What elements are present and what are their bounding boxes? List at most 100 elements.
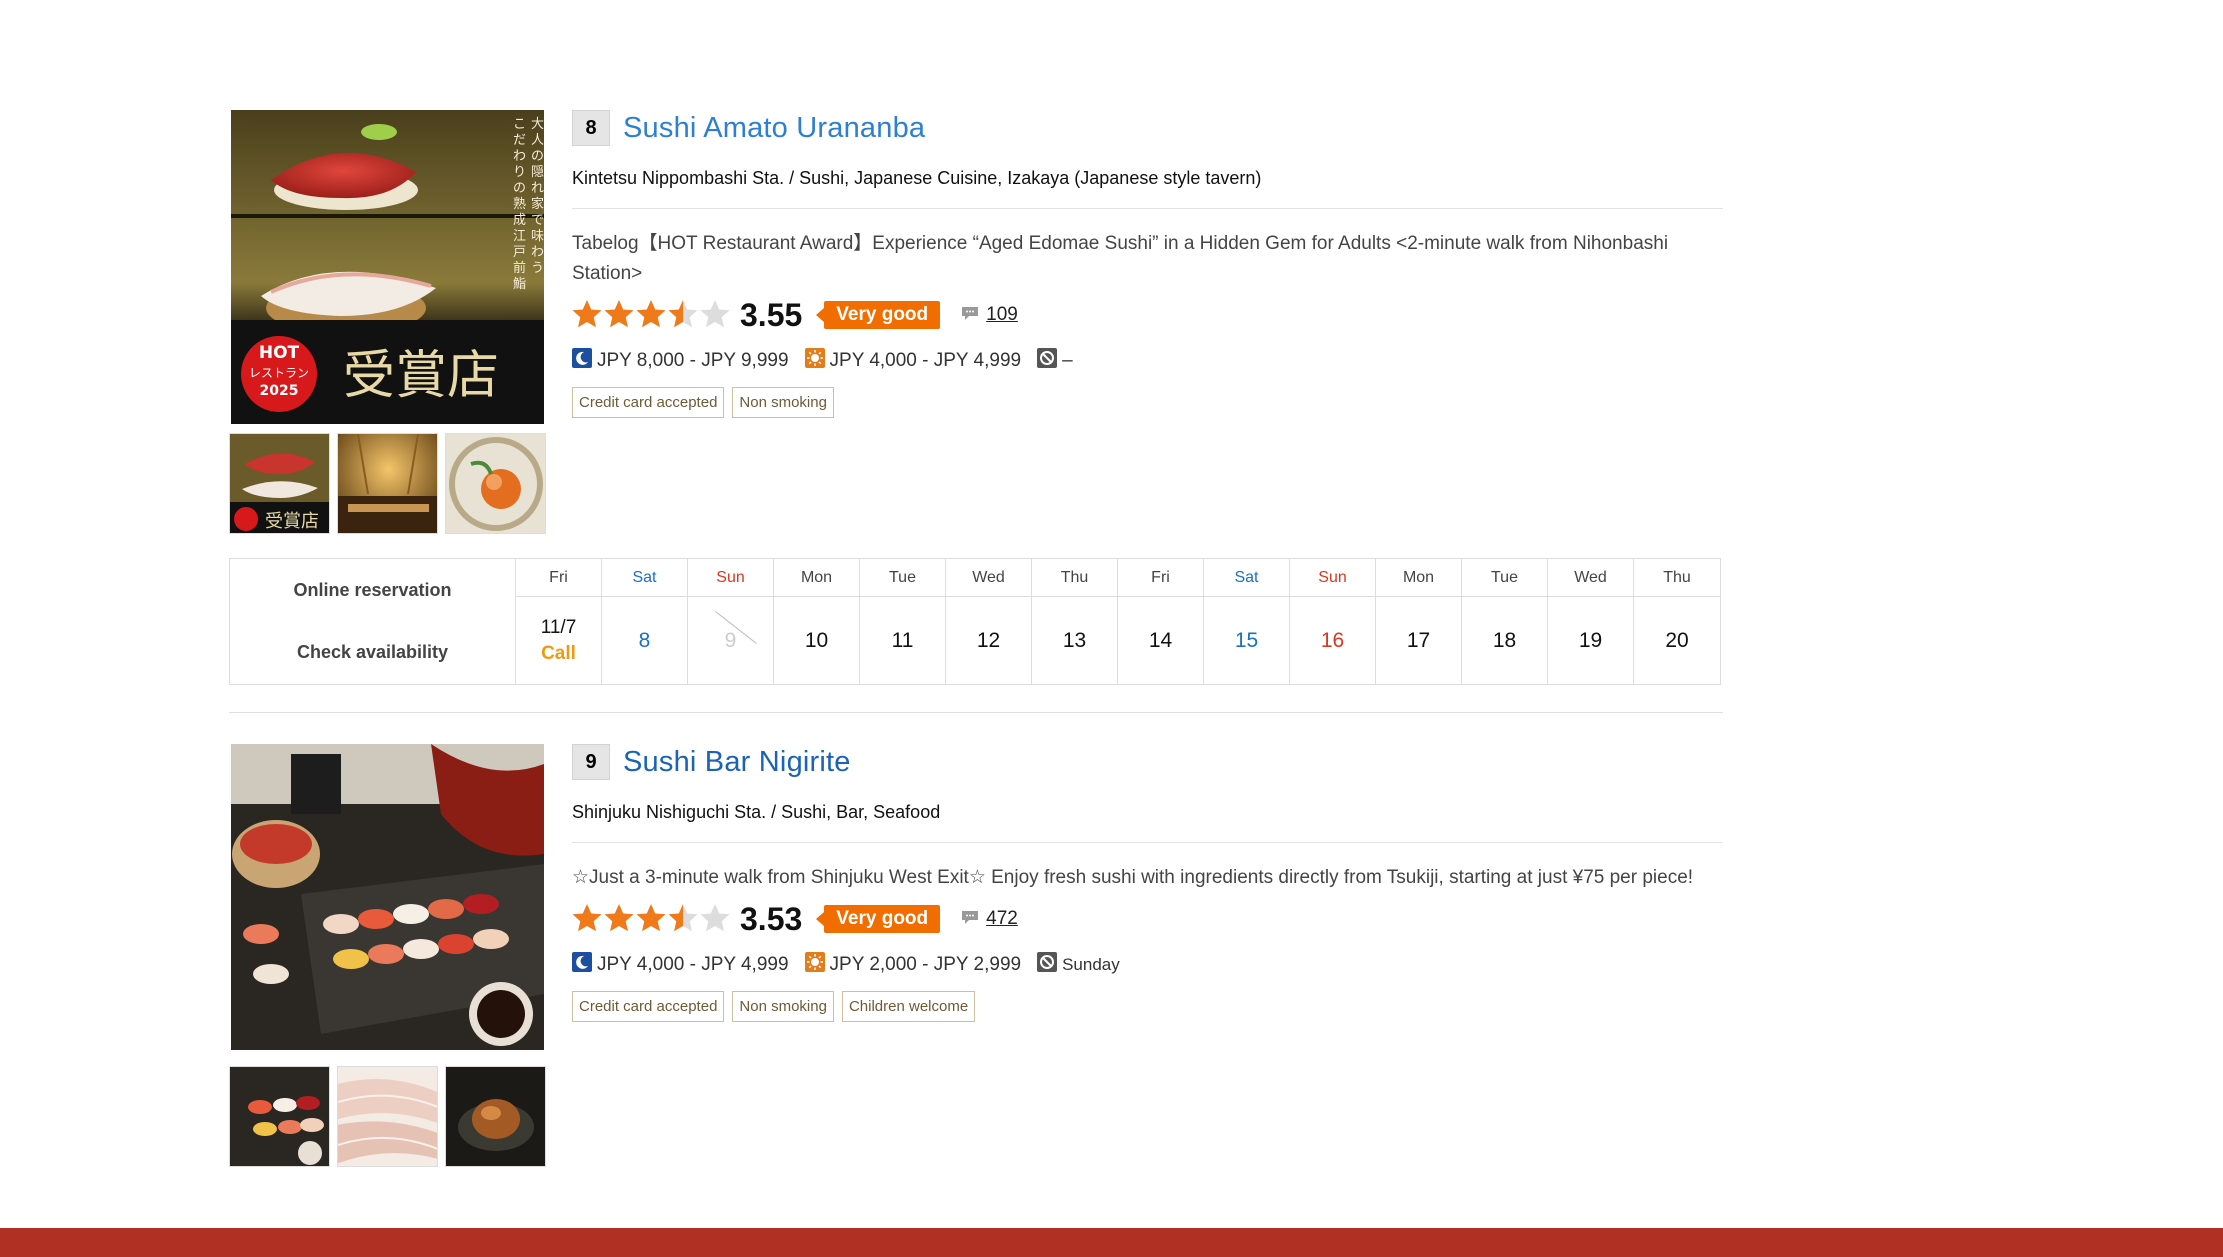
svg-text:隠: 隠 [531, 165, 544, 180]
day-date: 15 [1234, 628, 1259, 652]
svg-text:だ: だ [513, 133, 526, 148]
feature-tag: Non smoking [732, 991, 834, 1022]
day-date-cell[interactable]: 13 [1032, 597, 1117, 684]
area-genre: Kintetsu Nippombashi Sta. / Sushi, Japan… [572, 168, 1262, 188]
holiday-text: – [1062, 350, 1073, 371]
restaurant-name-link[interactable]: Sushi Amato Urananba [623, 112, 925, 145]
svg-text:こ: こ [513, 117, 526, 132]
calendar-day[interactable]: Mon 17 [1376, 559, 1462, 684]
day-of-week: Wed [946, 559, 1031, 597]
rank-number: 8 [572, 110, 610, 146]
day-date-cell: 9 [688, 597, 773, 684]
feature-tag: Non smoking [732, 387, 834, 418]
calendar-day[interactable]: Sun 16 [1290, 559, 1376, 684]
reservation-calendar: Online reservation Check availability Fr… [229, 558, 1721, 685]
day-date: 11/7 [540, 616, 577, 638]
rank-number: 9 [572, 744, 610, 780]
day-date-cell[interactable]: 17 [1376, 597, 1461, 684]
svg-text:江: 江 [513, 229, 526, 244]
sun-icon [804, 348, 825, 374]
star-full-icon [604, 904, 634, 932]
day-date-cell[interactable]: 8 [602, 597, 687, 684]
day-date-cell[interactable]: 19 [1548, 597, 1633, 684]
calendar-day[interactable]: Sat 15 [1204, 559, 1290, 684]
svg-text:り: り [513, 165, 526, 180]
thumbnail-photo[interactable] [337, 433, 438, 534]
day-date-cell[interactable]: 11 [860, 597, 945, 684]
day-date-cell[interactable]: 15 [1204, 597, 1289, 684]
calendar-day[interactable]: Mon 10 [774, 559, 860, 684]
svg-text:鮨: 鮨 [513, 277, 526, 292]
day-of-week: Fri [516, 559, 601, 597]
day-date: 17 [1406, 628, 1431, 652]
call-label[interactable]: Call [541, 643, 576, 665]
footer-bar [0, 1228, 2223, 1257]
star-half-icon [668, 300, 698, 328]
restaurant-name-link[interactable]: Sushi Bar Nigirite [623, 746, 851, 779]
day-date: 19 [1578, 628, 1603, 652]
day-date-cell[interactable]: 11/7 Call [516, 597, 601, 684]
review-count-link[interactable]: 472 [986, 908, 1018, 930]
thumbnail-photo[interactable] [337, 1066, 438, 1167]
sun-icon [804, 952, 825, 978]
thumbnail-photo[interactable] [445, 433, 546, 534]
svg-text:受賞店: 受賞店 [265, 511, 319, 532]
calendar-day[interactable]: Wed 19 [1548, 559, 1634, 684]
pr-text[interactable]: Tabelog【HOT Restaurant Award】Experience … [572, 229, 1723, 289]
calendar-day[interactable]: Tue 18 [1462, 559, 1548, 684]
svg-text:わ: わ [513, 149, 526, 164]
day-of-week: Mon [774, 559, 859, 597]
main-photo[interactable] [231, 744, 544, 1050]
speech-bubble-icon [960, 305, 980, 326]
divider [572, 842, 1723, 843]
star-full-icon [636, 904, 666, 932]
day-date-cell[interactable]: 18 [1462, 597, 1547, 684]
thumbnail-photo[interactable]: 受賞店 [229, 433, 330, 534]
calendar-day[interactable]: Wed 12 [946, 559, 1032, 684]
day-of-week: Thu [1032, 559, 1117, 597]
area-genre: Shinjuku Nishiguchi Sta. / Sushi, Bar, S… [572, 802, 941, 822]
day-of-week: Fri [1118, 559, 1203, 597]
svg-text:の: の [531, 149, 544, 164]
calendar-day[interactable]: Tue 11 [860, 559, 946, 684]
day-date-cell[interactable]: 16 [1290, 597, 1375, 684]
lunch-price: JPY 2,000 - JPY 2,999 [829, 954, 1022, 975]
svg-text:家: 家 [531, 196, 544, 212]
day-date-cell[interactable]: 20 [1634, 597, 1720, 684]
check-availability-link[interactable]: Check availability [230, 622, 515, 685]
svg-text:2025: 2025 [260, 383, 299, 399]
calendar-day[interactable]: Thu 13 [1032, 559, 1118, 684]
day-date-cell[interactable]: 12 [946, 597, 1031, 684]
calendar-day: Sun 9 [688, 559, 774, 684]
moon-icon [572, 348, 592, 374]
calendar-day[interactable]: Fri 11/7 Call [516, 559, 602, 684]
dinner-price: JPY 4,000 - JPY 4,999 [597, 954, 789, 975]
closed-day-icon [1037, 348, 1058, 374]
main-photo[interactable]: HOT レストラン 2025 受賞店 大人の隠れ家で味わう こだわりの熟成江戸前… [231, 110, 544, 424]
thumbnail-strip: 受賞店 [229, 433, 546, 534]
star-empty-icon [700, 904, 730, 932]
day-date-cell[interactable]: 10 [774, 597, 859, 684]
day-date: 10 [804, 628, 829, 652]
day-date: 16 [1320, 628, 1345, 652]
online-reservation-label: Online reservation [293, 579, 452, 600]
thumbnail-photo[interactable] [445, 1066, 546, 1167]
day-date-cell[interactable]: 14 [1118, 597, 1203, 684]
day-of-week: Sun [1290, 559, 1375, 597]
calendar-day[interactable]: Fri 14 [1118, 559, 1204, 684]
star-rating [572, 299, 730, 331]
lunch-price: JPY 4,000 - JPY 4,999 [829, 350, 1022, 371]
pr-text[interactable]: ☆Just a 3-minute walk from Shinjuku West… [572, 863, 1723, 893]
review-count-link[interactable]: 109 [986, 304, 1018, 326]
calendar-day[interactable]: Thu 20 [1634, 559, 1720, 684]
svg-text:熟: 熟 [513, 196, 526, 212]
rating-score: 3.53 [740, 900, 803, 937]
rating-badge: Very good [816, 301, 941, 329]
listing-info: 8 Sushi Amato Urananba Kintetsu Nippomba… [572, 110, 1723, 418]
svg-text:う: う [531, 261, 544, 276]
thumbnail-photo[interactable] [229, 1066, 330, 1167]
svg-text:受賞店: 受賞店 [343, 346, 499, 406]
svg-text:HOT: HOT [259, 343, 300, 363]
day-of-week: Tue [1462, 559, 1547, 597]
calendar-day[interactable]: Sat 8 [602, 559, 688, 684]
